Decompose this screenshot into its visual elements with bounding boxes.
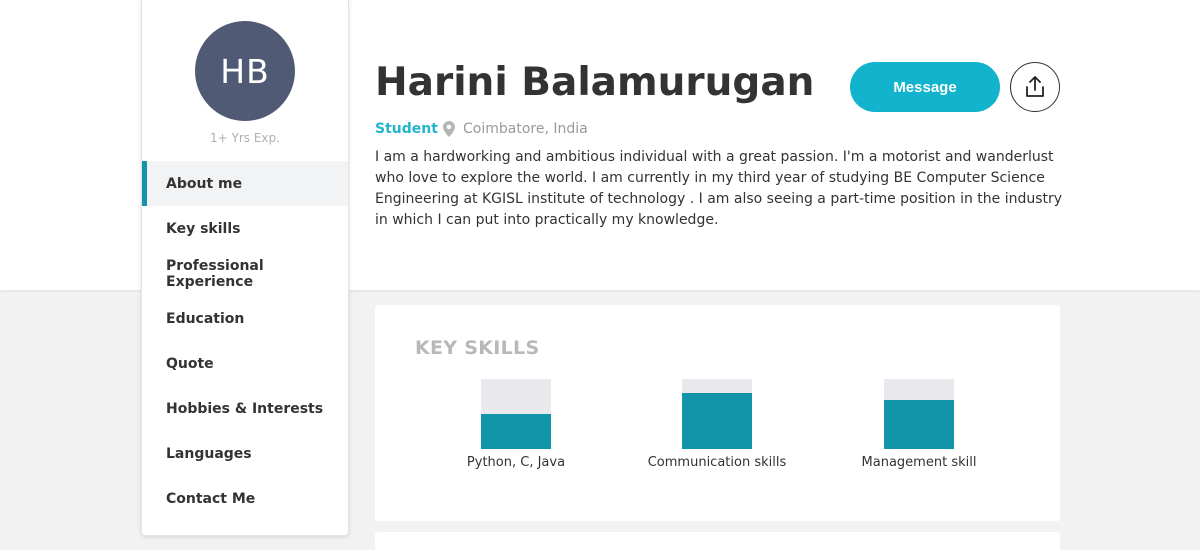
map-pin-icon	[443, 121, 455, 137]
sidebar-item-key-skills[interactable]: Key skills	[142, 206, 348, 251]
key-skills-card: KEY SKILLS Python, C, Java Communication …	[375, 305, 1060, 521]
sidebar-item-professional-experience[interactable]: Professional Experience	[142, 251, 348, 296]
sidebar-item-contact-me[interactable]: Contact Me	[142, 476, 348, 521]
about-text: I am a hardworking and ambitious individ…	[375, 149, 1063, 228]
profile-name: Harini Balamurugan	[375, 60, 815, 105]
key-skills-title: KEY SKILLS	[415, 337, 540, 359]
message-button[interactable]: Message	[850, 62, 1000, 112]
skill-bar-fill	[481, 414, 551, 449]
sidebar-item-education[interactable]: Education	[142, 296, 348, 341]
avatar: HB	[195, 21, 295, 121]
sidebar-item-quote[interactable]: Quote	[142, 341, 348, 386]
experience-label: 1+ Yrs Exp.	[210, 131, 280, 145]
skill-label: Management skill	[861, 455, 977, 470]
skill-label: Python, C, Java	[466, 455, 566, 470]
profile-role: Student	[375, 121, 438, 137]
location-text: Coimbatore, India	[463, 121, 588, 137]
next-section-card	[375, 532, 1060, 550]
skill-label: Communication skills	[647, 455, 787, 470]
skill-item: Python, C, Java	[426, 379, 606, 470]
skill-item: Management skill	[829, 379, 1009, 470]
sidebar-item-hobbies-interests[interactable]: Hobbies & Interests	[142, 386, 348, 431]
share-upload-icon	[1026, 76, 1044, 97]
sidebar: HB 1+ Yrs Exp. About me Key skills Profe…	[141, 0, 349, 536]
sidebar-item-about-me[interactable]: About me	[142, 161, 348, 206]
skill-bar	[481, 379, 551, 449]
skill-bar	[884, 379, 954, 449]
sidebar-nav: About me Key skills Professional Experie…	[142, 161, 348, 521]
skill-item: Communication skills	[627, 379, 807, 470]
profile-location: Coimbatore, India	[443, 121, 588, 137]
skill-bar	[682, 379, 752, 449]
skill-bar-fill	[884, 400, 954, 449]
sidebar-item-languages[interactable]: Languages	[142, 431, 348, 476]
share-button[interactable]	[1010, 62, 1060, 112]
skill-bar-fill	[682, 393, 752, 449]
